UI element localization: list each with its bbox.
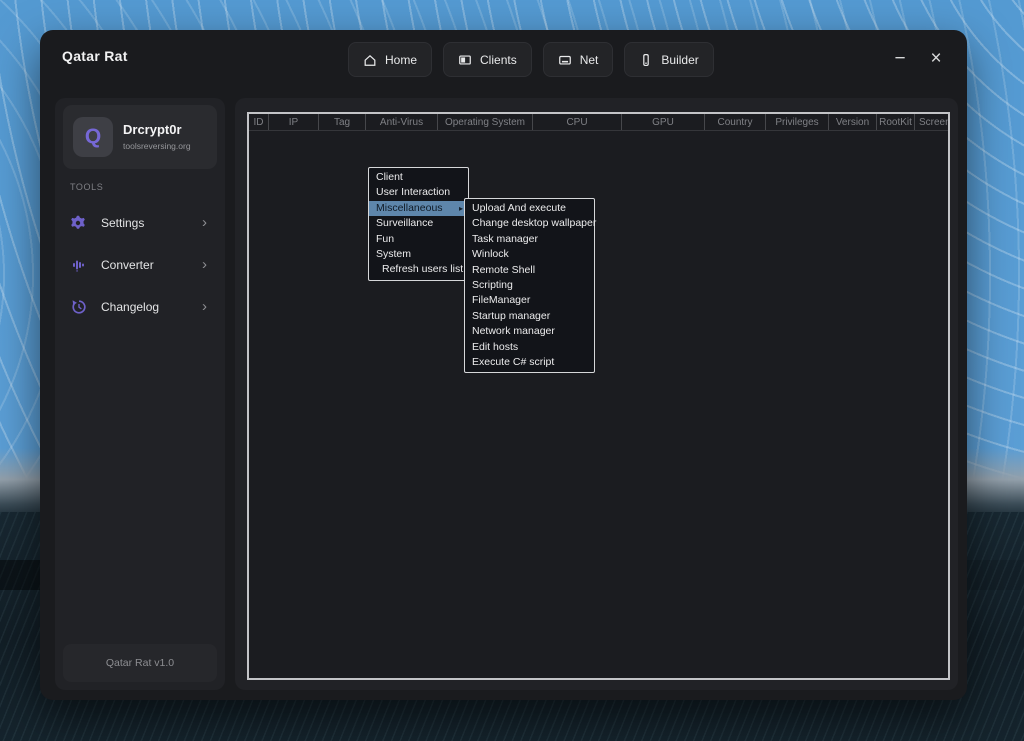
main-nav: Home Clients Net (348, 42, 714, 77)
nav-builder-label: Builder (661, 53, 698, 67)
history-icon (71, 299, 87, 315)
nav-builder-button[interactable]: Builder (624, 42, 713, 77)
column-header-privileges[interactable]: Privileges (766, 114, 829, 130)
menu-item-fun[interactable]: Fun (369, 232, 468, 247)
submenu-item-upload-and-execute[interactable]: Upload And execute (465, 201, 594, 216)
close-button[interactable]: × (925, 48, 947, 70)
titlebar: Qatar Rat Home Clients (40, 30, 967, 88)
submenu-item-startup-manager[interactable]: Startup manager (465, 309, 594, 324)
column-header-gpu[interactable]: GPU (622, 114, 705, 130)
submenu-item-remote-shell[interactable]: Remote Shell (465, 263, 594, 278)
submenu-item-edit-hosts[interactable]: Edit hosts (465, 340, 594, 355)
menu-item-system[interactable]: System (369, 247, 468, 262)
column-header-screen[interactable]: Screen (915, 114, 948, 130)
avatar: Q (73, 117, 113, 157)
minimize-button[interactable]: − (889, 48, 911, 70)
sidebar-item-settings-label: Settings (101, 216, 144, 230)
submenu-item-task-manager[interactable]: Task manager (465, 232, 594, 247)
nav-net-label: Net (580, 53, 599, 67)
tools-section-label: TOOLS (70, 182, 103, 192)
main-panel: ID IP Tag Anti-Virus Operating System CP… (235, 98, 958, 690)
nav-home-button[interactable]: Home (348, 42, 432, 77)
network-card-icon (558, 53, 572, 67)
menu-item-client[interactable]: Client (369, 170, 468, 185)
clients-table-header: ID IP Tag Anti-Virus Operating System CP… (249, 114, 948, 131)
column-header-cpu[interactable]: CPU (533, 114, 622, 130)
sidebar-item-changelog-label: Changelog (101, 300, 159, 314)
column-header-country[interactable]: Country (705, 114, 766, 130)
column-header-id[interactable]: ID (249, 114, 269, 130)
menu-item-miscellaneous-label: Miscellaneous (376, 202, 443, 214)
nav-clients-button[interactable]: Clients (443, 42, 532, 77)
profile-subtitle: toolsreversing.org (123, 141, 191, 151)
context-menu: Client User Interaction Miscellaneous ▸ … (368, 167, 469, 281)
column-header-tag[interactable]: Tag (319, 114, 366, 130)
sidebar-item-converter-label: Converter (101, 258, 154, 272)
menu-item-miscellaneous[interactable]: Miscellaneous ▸ (369, 201, 468, 216)
column-header-ip[interactable]: IP (269, 114, 319, 130)
column-header-os[interactable]: Operating System (438, 114, 533, 130)
sidebar-item-changelog[interactable]: Changelog › (63, 292, 217, 322)
submenu-arrow-icon: ▸ (459, 201, 463, 216)
submenu-item-change-desktop-wallpaper[interactable]: Change desktop wallpaper (465, 216, 594, 231)
menu-item-user-interaction[interactable]: User Interaction (369, 185, 468, 200)
sidebar-item-converter[interactable]: Converter › (63, 250, 217, 280)
sidebar: Q Drcrypt0r toolsreversing.org TOOLS Set… (55, 98, 225, 690)
gear-icon (71, 215, 87, 231)
sidebar-item-settings[interactable]: Settings › (63, 208, 217, 238)
menu-item-surveillance[interactable]: Surveillance (369, 216, 468, 231)
column-header-antivirus[interactable]: Anti-Virus (366, 114, 438, 130)
menu-item-refresh-users-list[interactable]: Refresh users list (369, 262, 468, 277)
nav-home-label: Home (385, 53, 417, 67)
clients-table[interactable]: ID IP Tag Anti-Virus Operating System CP… (247, 112, 950, 680)
chevron-right-icon: › (202, 298, 207, 315)
submenu-item-network-manager[interactable]: Network manager (465, 324, 594, 339)
desktop: Qatar Rat Home Clients (0, 0, 1024, 741)
nav-clients-label: Clients (480, 53, 517, 67)
window-controls: − × (889, 30, 947, 88)
equalizer-icon (71, 257, 87, 273)
profile-card: Q Drcrypt0r toolsreversing.org (63, 105, 217, 169)
submenu-item-scripting[interactable]: Scripting (465, 278, 594, 293)
monitor-icon (458, 53, 472, 67)
builder-device-icon (639, 53, 653, 67)
home-icon (363, 53, 377, 67)
column-header-version[interactable]: Version (829, 114, 877, 130)
profile-name: Drcrypt0r (123, 122, 182, 137)
submenu-item-execute-csharp-script[interactable]: Execute C# script (465, 355, 594, 370)
miscellaneous-submenu: Upload And execute Change desktop wallpa… (464, 198, 595, 373)
chevron-right-icon: › (202, 214, 207, 231)
submenu-item-winlock[interactable]: Winlock (465, 247, 594, 262)
nav-net-button[interactable]: Net (543, 42, 614, 77)
version-badge: Qatar Rat v1.0 (63, 644, 217, 682)
submenu-item-filemanager[interactable]: FileManager (465, 293, 594, 308)
chevron-right-icon: › (202, 256, 207, 273)
column-header-rootkit[interactable]: RootKit (877, 114, 915, 130)
app-title: Qatar Rat (62, 48, 128, 64)
